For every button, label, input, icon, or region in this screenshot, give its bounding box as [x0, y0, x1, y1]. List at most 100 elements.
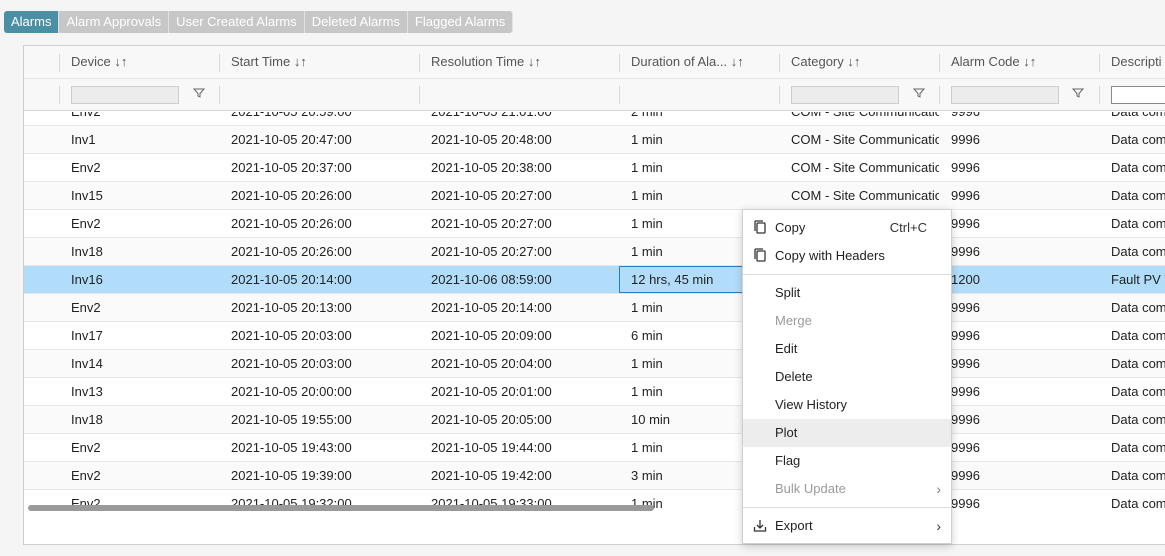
tab-deleted-alarms[interactable]: Deleted Alarms: [304, 11, 408, 33]
cell-duration[interactable]: 1 min: [619, 182, 779, 209]
table-row[interactable]: Env2 2021-10-05 19:39:00 2021-10-05 19:42:…: [24, 462, 1165, 490]
cell-device[interactable]: Env2: [59, 112, 219, 125]
cell-device[interactable]: Inv18: [59, 238, 219, 265]
cell-category[interactable]: COM - Site Communicatio: [779, 126, 939, 153]
cell-alarm-code[interactable]: 9996: [939, 350, 1099, 377]
cell-description[interactable]: Data com: [1099, 182, 1165, 209]
table-row[interactable]: Inv18 2021-10-05 20:26:00 2021-10-05 20:27…: [24, 238, 1165, 266]
cell-alarm-code[interactable]: 9996: [939, 182, 1099, 209]
device-filter-input[interactable]: [71, 86, 179, 104]
tab-alarm-approvals[interactable]: Alarm Approvals: [59, 11, 170, 33]
table-row[interactable]: Inv17 2021-10-05 20:03:00 2021-10-05 20:09…: [24, 322, 1165, 350]
cell-device[interactable]: Inv15: [59, 182, 219, 209]
cell-start-time[interactable]: 2021-10-05 20:59:00: [219, 112, 419, 125]
table-row[interactable]: Inv16 2021-10-05 20:14:00 2021-10-06 08:59…: [24, 266, 1165, 294]
menu-item-edit[interactable]: Edit: [743, 335, 951, 363]
cell-duration[interactable]: 2 min: [619, 112, 779, 125]
filter-icon[interactable]: [192, 87, 206, 101]
cell-resolution-time[interactable]: 2021-10-05 20:01:00: [419, 378, 619, 405]
cell-device[interactable]: Env2: [59, 462, 219, 489]
table-row[interactable]: Inv13 2021-10-05 20:00:00 2021-10-05 20:01…: [24, 378, 1165, 406]
cell-description[interactable]: Data com: [1099, 434, 1165, 461]
cell-category[interactable]: COM - Site Communicatio: [779, 154, 939, 181]
cell-device[interactable]: Inv18: [59, 406, 219, 433]
cell-resolution-time[interactable]: 2021-10-05 20:27:00: [419, 182, 619, 209]
cell-resolution-time[interactable]: 2021-10-06 08:59:00: [419, 266, 619, 293]
cell-start-time[interactable]: 2021-10-05 20:03:00: [219, 322, 419, 349]
column-header-start-time[interactable]: Start Time ↓↑: [219, 46, 419, 78]
table-row[interactable]: Env2 2021-10-05 19:43:00 2021-10-05 19:44:…: [24, 434, 1165, 462]
menu-item-split[interactable]: Split: [743, 279, 951, 307]
cell-alarm-code[interactable]: 9996: [939, 294, 1099, 321]
menu-item-flag[interactable]: Flag: [743, 447, 951, 475]
menu-item-view-history[interactable]: View History: [743, 391, 951, 419]
cell-start-time[interactable]: 2021-10-05 20:13:00: [219, 294, 419, 321]
column-header-resolution-time[interactable]: Resolution Time ↓↑: [419, 46, 619, 78]
cell-resolution-time[interactable]: 2021-10-05 20:38:00: [419, 154, 619, 181]
description-filter-input[interactable]: [1111, 86, 1165, 104]
cell-device[interactable]: Env2: [59, 294, 219, 321]
cell-description[interactable]: Data com: [1099, 462, 1165, 489]
cell-category[interactable]: COM - Site Communicatio: [779, 112, 939, 125]
cell-device[interactable]: Inv13: [59, 378, 219, 405]
table-row[interactable]: Inv14 2021-10-05 20:03:00 2021-10-05 20:04…: [24, 350, 1165, 378]
cell-resolution-time[interactable]: 2021-10-05 19:42:00: [419, 462, 619, 489]
cell-alarm-code[interactable]: 9996: [939, 322, 1099, 349]
cell-description[interactable]: Data com: [1099, 126, 1165, 153]
cell-alarm-code[interactable]: 9996: [939, 112, 1099, 125]
cell-description[interactable]: Fault PV V: [1099, 266, 1165, 293]
table-row[interactable]: Inv1 2021-10-05 20:47:00 2021-10-05 20:48:…: [24, 126, 1165, 154]
cell-description[interactable]: Data com: [1099, 154, 1165, 181]
menu-item-copy-with-headers[interactable]: Copy with Headers: [743, 242, 951, 270]
column-header-category[interactable]: Category ↓↑: [779, 46, 939, 78]
tab-user-created-alarms[interactable]: User Created Alarms: [169, 11, 305, 33]
table-row[interactable]: Env22021-10-05 20:59:002021-10-05 21:01:…: [24, 112, 1165, 126]
cell-alarm-code[interactable]: 9996: [939, 434, 1099, 461]
menu-item-copy[interactable]: Copy Ctrl+C: [743, 214, 951, 242]
cell-alarm-code[interactable]: 9996: [939, 378, 1099, 405]
cell-description[interactable]: Data com: [1099, 350, 1165, 377]
cell-start-time[interactable]: 2021-10-05 19:55:00: [219, 406, 419, 433]
cell-category[interactable]: COM - Site Communicatio: [779, 182, 939, 209]
cell-device[interactable]: Env2: [59, 434, 219, 461]
cell-alarm-code[interactable]: 9996: [939, 490, 1099, 512]
cell-resolution-time[interactable]: 2021-10-05 20:04:00: [419, 350, 619, 377]
cell-device[interactable]: Env2: [59, 210, 219, 237]
filter-icon[interactable]: [1071, 87, 1085, 101]
cell-alarm-code[interactable]: 9996: [939, 154, 1099, 181]
cell-alarm-code[interactable]: 1200: [939, 266, 1099, 293]
table-row[interactable]: Inv15 2021-10-05 20:26:00 2021-10-05 20:27…: [24, 182, 1165, 210]
cell-resolution-time[interactable]: 2021-10-05 20:09:00: [419, 322, 619, 349]
cell-alarm-code[interactable]: 9996: [939, 462, 1099, 489]
cell-start-time[interactable]: 2021-10-05 20:14:00: [219, 266, 419, 293]
cell-resolution-time[interactable]: 2021-10-05 20:27:00: [419, 238, 619, 265]
menu-item-plot[interactable]: Plot: [743, 419, 951, 447]
cell-description[interactable]: Data com: [1099, 322, 1165, 349]
cell-alarm-code[interactable]: 9996: [939, 238, 1099, 265]
cell-description[interactable]: Data com: [1099, 378, 1165, 405]
cell-resolution-time[interactable]: 2021-10-05 20:48:00: [419, 126, 619, 153]
cell-start-time[interactable]: 2021-10-05 20:00:00: [219, 378, 419, 405]
cell-description[interactable]: Data com: [1099, 210, 1165, 237]
cell-resolution-time[interactable]: 2021-10-05 19:44:00: [419, 434, 619, 461]
cell-start-time[interactable]: 2021-10-05 20:03:00: [219, 350, 419, 377]
cell-start-time[interactable]: 2021-10-05 20:26:00: [219, 210, 419, 237]
tab-flagged-alarms[interactable]: Flagged Alarms: [407, 11, 514, 33]
table-row[interactable]: Env2 2021-10-05 20:37:00 2021-10-05 20:38:…: [24, 154, 1165, 182]
cell-resolution-time[interactable]: 2021-10-05 20:05:00: [419, 406, 619, 433]
column-header-device[interactable]: Device ↓↑: [59, 46, 219, 78]
cell-start-time[interactable]: 2021-10-05 19:39:00: [219, 462, 419, 489]
cell-alarm-code[interactable]: 9996: [939, 210, 1099, 237]
cell-alarm-code[interactable]: 9996: [939, 406, 1099, 433]
column-header-alarm-code[interactable]: Alarm Code ↓↑: [939, 46, 1099, 78]
cell-device[interactable]: Inv1: [59, 126, 219, 153]
cell-resolution-time[interactable]: 2021-10-05 21:01:00: [419, 112, 619, 125]
cell-resolution-time[interactable]: 2021-10-05 20:27:00: [419, 210, 619, 237]
menu-item-delete[interactable]: Delete: [743, 363, 951, 391]
cell-description[interactable]: Data com: [1099, 294, 1165, 321]
menu-item-export[interactable]: Export ›: [743, 512, 951, 540]
tab-alarms[interactable]: Alarms: [4, 11, 60, 33]
cell-description[interactable]: Data com: [1099, 238, 1165, 265]
cell-start-time[interactable]: 2021-10-05 19:43:00: [219, 434, 419, 461]
cell-duration[interactable]: 1 min: [619, 154, 779, 181]
